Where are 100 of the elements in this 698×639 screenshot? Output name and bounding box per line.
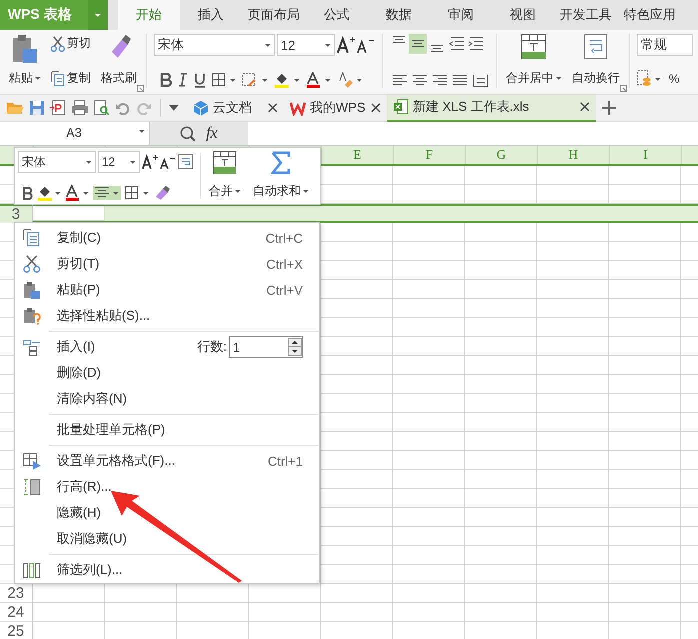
align-center-icon[interactable]	[413, 75, 427, 87]
menu-item[interactable]: 删除(D)	[15, 360, 319, 386]
decrease-indent-icon[interactable]	[447, 36, 465, 52]
increase-indent-icon[interactable]	[466, 36, 484, 52]
ribbon-tab[interactable]: 公式	[306, 0, 368, 30]
new-tab-icon[interactable]	[602, 101, 616, 115]
cut-button[interactable]: 剪切	[49, 34, 93, 53]
print-icon[interactable]	[71, 100, 89, 116]
caret-icon[interactable]	[265, 44, 271, 46]
caret-icon[interactable]	[86, 160, 92, 164]
underline-icon[interactable]	[194, 72, 206, 88]
caret-icon[interactable]	[95, 14, 101, 16]
menu-item[interactable]: 复制(C) Ctrl+C	[15, 225, 319, 251]
ribbon-tab[interactable]: 特色应用	[618, 0, 682, 30]
wrap-text-button[interactable]: 自动换行	[570, 69, 622, 88]
ribbon-tab[interactable]: 审阅	[430, 0, 492, 30]
font-color-icon[interactable]	[65, 185, 89, 201]
fill-color-icon[interactable]	[274, 72, 300, 88]
close-icon[interactable]	[580, 102, 590, 112]
menu-item[interactable]: 行高(R)...	[15, 474, 319, 500]
paste-button[interactable]: 粘贴	[7, 69, 43, 88]
count-label: 行数:	[197, 338, 227, 356]
number-format-select[interactable]: 常规	[637, 34, 693, 56]
currency-format-icon[interactable]	[637, 70, 661, 88]
font-select[interactable]: 宋体	[154, 34, 275, 56]
row-count-spinner[interactable]: 1	[229, 336, 303, 358]
ribbon-tab[interactable]: 开发工具	[554, 0, 618, 30]
merge-cells-icon[interactable]	[521, 34, 547, 60]
font-color-icon[interactable]	[306, 72, 332, 88]
menu-item[interactable]: 粘贴(P) Ctrl+V	[15, 277, 319, 303]
document-tab[interactable]: 新建 XLS 工作表.xls	[387, 94, 596, 122]
menu-item[interactable]: 剪切(T) Ctrl+X	[15, 251, 319, 277]
bold-icon[interactable]	[160, 73, 172, 87]
menu-item[interactable]: 取消隐藏(U)	[15, 526, 319, 552]
insert-icon	[23, 338, 41, 356]
distribute-icon[interactable]	[473, 74, 489, 88]
save-icon[interactable]	[29, 100, 45, 116]
grow-font-icon[interactable]	[142, 154, 158, 170]
align-right-icon[interactable]	[433, 75, 447, 87]
ribbon-tab[interactable]: 页面布局	[242, 0, 306, 30]
menu-item[interactable]: 清除内容(N)	[15, 386, 319, 412]
menu-item[interactable]: 隐藏(H)	[15, 500, 319, 526]
document-tab[interactable]: 我的WPS	[284, 94, 387, 122]
scissors-icon	[23, 255, 41, 273]
borders-icon[interactable]	[125, 186, 149, 200]
active-cell[interactable]	[33, 206, 105, 221]
caret-icon[interactable]	[139, 130, 145, 133]
print-preview-icon[interactable]	[94, 100, 110, 116]
dialog-launcher-icon[interactable]	[620, 85, 627, 92]
size-select[interactable]: 12	[98, 151, 140, 173]
merge-button[interactable]: 合并	[207, 182, 243, 201]
align-center-button[interactable]	[93, 186, 121, 200]
row-header[interactable]: 3	[0, 204, 33, 223]
caret-icon[interactable]	[235, 190, 241, 193]
caret-icon[interactable]	[303, 190, 309, 193]
clear-format-icon[interactable]	[338, 72, 362, 88]
dialog-launcher-icon[interactable]	[137, 85, 144, 92]
copy-button[interactable]: 复制	[49, 69, 93, 88]
italic-icon[interactable]	[178, 73, 188, 87]
autosum-button[interactable]: 自动求和	[251, 182, 311, 201]
menu-item[interactable]: 设置单元格格式(F)... Ctrl+1	[15, 448, 319, 474]
wrap-text-icon[interactable]	[584, 34, 608, 60]
ribbon-tab[interactable]: 开始	[118, 0, 180, 30]
justify-icon[interactable]	[453, 75, 467, 87]
menu-item[interactable]: 批量处理单元格(P)	[15, 417, 319, 443]
font-select[interactable]: 宋体	[18, 151, 96, 173]
zoom-icon[interactable]	[180, 126, 196, 142]
close-icon[interactable]	[371, 103, 381, 113]
brush-icon[interactable]	[153, 185, 171, 201]
dropdown-icon[interactable]	[169, 105, 179, 111]
merge-cells-icon[interactable]	[213, 151, 237, 175]
grow-font-icon[interactable]	[337, 36, 355, 54]
borders-icon[interactable]	[212, 73, 236, 87]
bold-icon[interactable]	[22, 186, 33, 200]
grid-brush-icon[interactable]	[242, 73, 268, 87]
spin-arrows-icon[interactable]	[288, 338, 302, 356]
ribbon-tab[interactable]: 插入	[180, 0, 242, 30]
caret-icon[interactable]	[556, 77, 562, 80]
wrap-text-icon[interactable]	[178, 154, 194, 170]
ribbon-tab[interactable]: 视图	[492, 0, 554, 30]
document-tab[interactable]: 云文档	[187, 94, 284, 122]
export-pdf-icon[interactable]	[50, 100, 66, 116]
menu-item[interactable]: 选择性粘贴(S)...	[15, 303, 319, 329]
align-left-icon[interactable]	[393, 75, 407, 87]
sigma-icon[interactable]	[271, 151, 291, 175]
paste-icon[interactable]	[11, 34, 39, 64]
ribbon-tab[interactable]: 数据	[368, 0, 430, 30]
percent-button[interactable]: %	[667, 71, 682, 87]
menu-item[interactable]: 筛选列(L)...	[15, 557, 319, 583]
merge-center-button[interactable]: 合并居中	[504, 69, 564, 88]
caret-icon[interactable]	[35, 77, 41, 80]
close-icon[interactable]	[268, 103, 278, 113]
fill-color-icon[interactable]	[37, 185, 61, 201]
caret-icon[interactable]	[325, 44, 331, 46]
menu-item[interactable]: 插入(I)	[57, 338, 198, 356]
size-select[interactable]: 12	[277, 34, 335, 56]
align-button[interactable]	[409, 34, 427, 54]
insert-function-button[interactable]: fx	[206, 124, 218, 142]
caret-icon[interactable]	[130, 160, 136, 164]
format-painter-button[interactable]: 格式刷	[99, 69, 139, 88]
